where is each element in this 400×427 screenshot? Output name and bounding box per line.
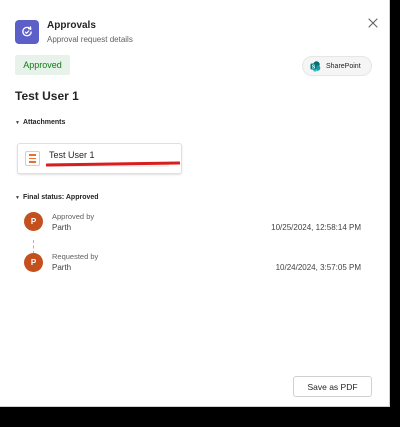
request-title: Test User 1: [15, 89, 79, 103]
chevron-down-icon: ▼: [15, 119, 20, 126]
close-icon: [368, 18, 378, 28]
approved-by-label: Approved by: [52, 212, 95, 221]
avatar: P: [24, 212, 43, 231]
close-button[interactable]: [366, 16, 380, 30]
form-file-icon: [25, 151, 40, 166]
approvals-app-icon: [15, 20, 39, 44]
app-title: Approvals: [47, 20, 96, 31]
avatar: P: [24, 253, 43, 272]
redaction-mark: [46, 161, 180, 167]
timeline-connector: [33, 240, 34, 254]
approved-timestamp: 10/25/2024, 12:58:14 PM: [271, 223, 361, 232]
attachments-section-toggle[interactable]: ▼ Attachments: [15, 119, 65, 126]
status-badge: Approved: [15, 55, 70, 75]
sharepoint-icon: S: [310, 60, 321, 72]
save-as-pdf-button[interactable]: Save as PDF: [293, 376, 372, 397]
approver-name: Parth: [52, 223, 72, 232]
sharepoint-label: SharePoint: [326, 62, 361, 70]
approvals-refresh-icon: [22, 26, 32, 37]
attachment-item[interactable]: Test User 1: [17, 143, 182, 174]
attachment-name: Test User 1: [49, 150, 95, 160]
approval-details-dialog: Approvals Approval request details Appro…: [0, 0, 390, 407]
requested-timestamp: 10/24/2024, 3:57:05 PM: [275, 263, 361, 272]
sharepoint-button[interactable]: S SharePoint: [302, 56, 372, 76]
chevron-down-icon: ▼: [15, 194, 20, 201]
app-subtitle: Approval request details: [47, 35, 133, 44]
requested-by-label: Requested by: [52, 252, 99, 261]
final-status-section-toggle[interactable]: ▼ Final status: Approved: [15, 194, 99, 201]
attachments-header: Attachments: [22, 119, 66, 126]
requester-name: Parth: [52, 263, 72, 272]
final-status-header: Final status: Approved: [22, 194, 99, 201]
